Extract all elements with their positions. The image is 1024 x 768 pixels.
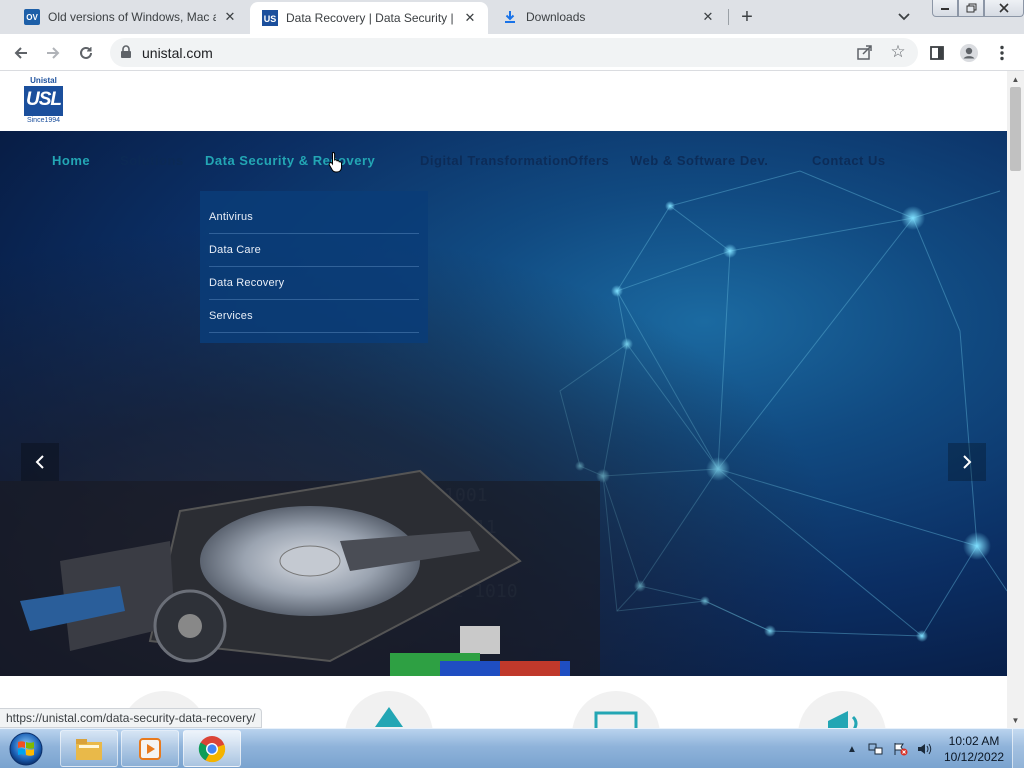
nav-web-software-dev[interactable]: Web & Software Dev. [630,153,768,168]
tab-unistal[interactable]: US Data Recovery | Data Security | P ✕ [250,2,488,34]
system-tray: ▲ [843,729,939,768]
close-window-icon[interactable] [984,0,1024,17]
close-tab-icon[interactable]: ✕ [700,9,716,25]
hand-cursor-icon [328,151,342,173]
clock-date: 10/12/2022 [944,750,1005,764]
nav-digital-transformation[interactable]: Digital Transformation [420,153,569,168]
dropdown-item-services[interactable]: Services [209,300,419,333]
show-hidden-icons-arrow-icon[interactable]: ▲ [843,741,861,757]
svg-text:US: US [264,14,277,24]
new-tab-icon[interactable]: + [736,6,758,28]
unistal-favicon: US [262,10,278,26]
windows-taskbar: ▲ 10:02 AM 10/12/2022 [0,728,1024,768]
page-scrollbar[interactable]: ▲ ▼ [1007,71,1024,728]
hard-drive-image [0,469,600,676]
chevron-right-icon [963,455,972,469]
taskbar-media-player[interactable] [121,730,179,767]
share-icon[interactable] [856,43,874,61]
browser-toolbar: unistal.com ☆ [0,34,1024,71]
action-center-flag-icon[interactable] [891,741,909,757]
slider-prev-button[interactable] [21,443,59,481]
dropdown-item-data-recovery[interactable]: Data Recovery [209,267,419,300]
close-tab-icon[interactable]: ✕ [462,10,478,26]
windows-logo-icon [9,732,43,766]
taskbar-clock[interactable]: 10:02 AM 10/12/2022 [944,733,1004,765]
bookmark-star-icon[interactable]: ☆ [888,42,908,62]
megaphone-icon [828,711,858,728]
taskbar-explorer[interactable] [60,730,118,767]
address-bar[interactable]: unistal.com ☆ [110,38,918,67]
start-button[interactable] [6,731,46,767]
minimize-icon[interactable] [932,0,958,17]
nav-contact-us[interactable]: Contact Us [812,153,886,168]
feature-circle[interactable] [345,691,433,728]
folder-icon [76,738,102,760]
link-status-bar: https://unistal.com/data-security-data-r… [0,708,263,728]
monitor-icon [594,711,638,728]
reload-icon[interactable] [75,42,97,64]
feature-circle[interactable] [572,691,660,728]
scroll-down-arrow-icon[interactable]: ▼ [1010,714,1021,726]
taskbar-chrome[interactable] [183,730,241,767]
slider-next-button[interactable] [948,443,986,481]
scroll-up-arrow-icon[interactable]: ▲ [1010,73,1021,85]
droplet-icon [375,707,403,727]
feature-circle[interactable] [798,691,886,728]
tab-downloads[interactable]: Downloads ✕ [490,0,726,34]
tab-title: Old versions of Windows, Mac an [48,10,216,24]
scrollbar-thumb[interactable] [1010,87,1021,171]
side-panel-icon[interactable] [926,42,948,64]
chevron-left-icon [35,455,44,469]
back-arrow-icon[interactable] [10,42,32,64]
tab-strip: OV Old versions of Windows, Mac an ✕ US … [0,0,1024,34]
dropdown-item-antivirus[interactable]: Antivirus [209,201,419,234]
nav-home[interactable]: Home [52,153,90,168]
show-desktop-button[interactable] [1012,729,1024,768]
logo-top-text: Unistal [30,76,57,85]
chrome-icon [198,735,226,762]
tab-title: Data Recovery | Data Security | P [286,11,456,25]
unistal-logo[interactable]: Unistal USL Since1994 [23,76,64,126]
tab-title: Downloads [526,10,586,24]
tab-separator [728,9,729,25]
dropdown-item-data-care[interactable]: Data Care [209,234,419,267]
download-icon [502,9,518,25]
volume-icon[interactable] [915,741,933,757]
url-text[interactable]: unistal.com [142,45,213,61]
logo-bottom-text: Since1994 [26,117,61,124]
oldversion-favicon: OV [24,9,40,25]
nav-offers[interactable]: Offers [568,153,609,168]
browser-menu-icon[interactable] [991,42,1013,64]
restore-icon[interactable] [958,0,984,17]
clock-time: 10:02 AM [948,734,1000,748]
profile-avatar-icon[interactable] [958,42,980,64]
main-navigation: Home Solutions Data Security & Recovery … [0,131,1007,191]
nav-solutions[interactable]: Solutions [120,153,184,168]
nav-data-security-recovery[interactable]: Data Security & Recovery [205,153,375,168]
site-header: Unistal USL Since1994 [0,71,1007,131]
logo-mark: USL [24,86,63,116]
forward-arrow-icon[interactable] [42,42,64,64]
nav-dropdown-menu: Antivirus Data Care Data Recovery Servic… [200,191,428,343]
hero-slider: 110101001 01101011 1100101 01 0101 1010 [0,131,1007,676]
media-player-icon [139,737,161,760]
network-icon[interactable] [867,741,885,757]
web-page: Unistal USL Since1994 Home Solutions Dat… [0,71,1007,728]
tab-search-chevron-icon[interactable] [895,8,913,26]
lock-icon[interactable] [120,45,132,59]
close-tab-icon[interactable]: ✕ [222,9,238,25]
tab-oldversion[interactable]: OV Old versions of Windows, Mac an ✕ [12,0,248,34]
window-controls [932,0,1024,18]
